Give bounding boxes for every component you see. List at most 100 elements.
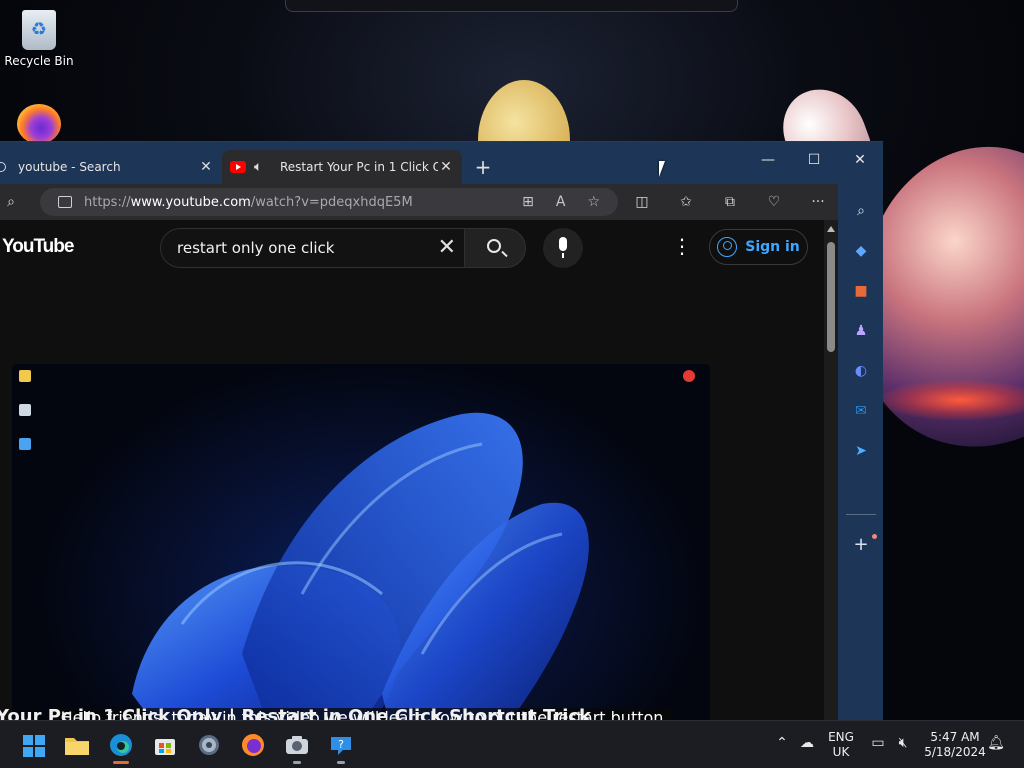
browser-window: youtube - Search ✕ 🔈︎ Restart Your Pc in… bbox=[0, 141, 883, 720]
page-scrollbar[interactable] bbox=[824, 220, 838, 720]
youtube-logo[interactable]: YouTube bbox=[2, 236, 74, 258]
windows-logo-icon bbox=[23, 735, 45, 757]
youtube-search-input[interactable] bbox=[177, 239, 427, 257]
microsoft-365-icon[interactable]: ◐ bbox=[850, 360, 872, 382]
sidebar-divider bbox=[846, 514, 876, 515]
taskbar-store[interactable] bbox=[149, 729, 181, 761]
desktop-top-bar bbox=[285, 0, 738, 12]
edge-icon bbox=[110, 734, 132, 756]
close-window-button[interactable]: ✕ bbox=[837, 146, 883, 174]
mouse-cursor-icon bbox=[659, 161, 671, 177]
recycle-bin-icon bbox=[22, 10, 56, 50]
firefox-icon bbox=[17, 104, 61, 144]
active-app-indicator bbox=[113, 761, 129, 764]
input-language[interactable]: ENG UK bbox=[824, 730, 858, 760]
region-code: UK bbox=[832, 745, 850, 759]
network-disconnected-icon[interactable]: ☁ bbox=[797, 735, 817, 751]
url-host: www.youtube.com bbox=[130, 194, 251, 210]
clear-search-icon[interactable]: ✕ bbox=[438, 237, 456, 259]
desktop-icon-recycle-bin[interactable]: Recycle Bin bbox=[1, 10, 77, 68]
taskbar: ? ⌃ ☁ ENG UK ▭ 🔇︎ 5:47 AM 5/18/2024 🔔︎ bbox=[0, 720, 1024, 768]
running-app-indicator bbox=[337, 761, 345, 764]
video-player[interactable]: Hello friends, today in this video we wi… bbox=[12, 364, 710, 720]
settings-gear-icon bbox=[199, 735, 219, 755]
favorites-icon[interactable]: ✩ bbox=[676, 192, 696, 212]
search-icon[interactable]: ⌕ bbox=[1, 192, 21, 212]
tab-label: Restart Your Pc in 1 Click Or bbox=[280, 160, 438, 174]
search-icon bbox=[0, 162, 6, 172]
scroll-thumb[interactable] bbox=[827, 242, 835, 352]
tab-close-icon[interactable]: ✕ bbox=[198, 159, 214, 175]
folder-icon bbox=[65, 738, 89, 755]
lock-icon bbox=[58, 196, 72, 208]
tab-label: youtube - Search bbox=[18, 160, 121, 174]
camera-icon bbox=[286, 736, 308, 754]
desktop-icon-firefox[interactable] bbox=[1, 104, 77, 144]
settings-more-icon[interactable]: ⋮ bbox=[672, 236, 692, 256]
search-icon bbox=[487, 239, 501, 253]
browser-titlebar: youtube - Search ✕ 🔈︎ Restart Your Pc in… bbox=[0, 142, 883, 184]
games-icon[interactable]: ♟ bbox=[850, 320, 872, 342]
user-icon bbox=[717, 237, 738, 257]
video-desktop-recycle-icon bbox=[12, 404, 38, 418]
address-bar[interactable]: https:// www.youtube.com /watch?v=pdeqxh… bbox=[40, 188, 618, 216]
url-path: /watch?v=pdeqxhdqE5M bbox=[250, 194, 413, 210]
add-sidebar-app-icon[interactable]: + bbox=[850, 534, 872, 556]
display-icon[interactable]: ▭ bbox=[868, 735, 888, 751]
taskbar-camera[interactable] bbox=[281, 729, 313, 764]
notifications-icon[interactable]: 🔔︎ bbox=[986, 735, 1006, 751]
clock-time: 5:47 AM bbox=[930, 730, 980, 744]
more-menu-icon[interactable]: ··· bbox=[808, 192, 828, 212]
help-icon: ? bbox=[331, 737, 351, 755]
show-hidden-icons-chevron-icon[interactable]: ⌃ bbox=[772, 735, 792, 751]
tab-restart-video[interactable]: 🔈︎ Restart Your Pc in 1 Click Or ✕ bbox=[222, 150, 462, 184]
running-app-indicator bbox=[293, 761, 301, 764]
volume-muted-icon[interactable]: 🔇︎ bbox=[893, 735, 913, 751]
collections-icon[interactable]: ⧉ bbox=[720, 192, 740, 212]
video-desktop-restart-icon bbox=[676, 370, 702, 384]
taskbar-settings[interactable] bbox=[193, 729, 225, 761]
speaker-icon[interactable]: 🔈︎ bbox=[254, 159, 272, 175]
tools-briefcase-icon[interactable]: ■ bbox=[850, 280, 872, 302]
split-screen-icon[interactable]: ◫ bbox=[632, 192, 652, 212]
start-button[interactable] bbox=[17, 729, 49, 761]
browser-essentials-icon[interactable]: ♡ bbox=[764, 192, 784, 212]
search-icon[interactable]: ⌕ bbox=[850, 200, 872, 222]
voice-search-button[interactable] bbox=[543, 228, 583, 268]
drop-send-icon[interactable]: ➤ bbox=[850, 440, 872, 462]
video-title: Your Pc in 1 Click Only | Restart in One… bbox=[0, 706, 592, 720]
youtube-search-box[interactable]: ✕ bbox=[160, 228, 464, 268]
sign-in-label: Sign in bbox=[745, 239, 800, 255]
tab-youtube-search[interactable]: youtube - Search ✕ bbox=[0, 150, 222, 184]
taskbar-firefox[interactable] bbox=[237, 729, 269, 761]
scroll-up-icon[interactable] bbox=[827, 226, 835, 232]
read-aloud-icon[interactable]: A bbox=[556, 194, 566, 210]
video-desktop-folder-icon bbox=[12, 370, 38, 384]
maximize-button[interactable]: ☐ bbox=[791, 146, 837, 174]
notification-dot bbox=[872, 534, 877, 539]
shopping-tag-icon[interactable]: ◆ bbox=[850, 240, 872, 262]
taskbar-get-help[interactable]: ? bbox=[325, 729, 357, 764]
youtube-icon bbox=[230, 161, 246, 173]
tab-close-icon[interactable]: ✕ bbox=[438, 159, 454, 175]
minimize-button[interactable]: — bbox=[745, 146, 791, 174]
edge-sidebar: ⌕ ◆ ■ ♟ ◐ ✉ ➤ + bbox=[838, 184, 883, 720]
youtube-search-button[interactable] bbox=[464, 228, 526, 268]
clock[interactable]: 5:47 AM 5/18/2024 bbox=[922, 730, 988, 760]
youtube-page: YouTube ✕ ⋮ Sign in bbox=[0, 220, 838, 720]
store-icon bbox=[155, 739, 175, 755]
favorite-star-icon[interactable]: ☆ bbox=[587, 194, 600, 210]
clock-date: 5/18/2024 bbox=[924, 745, 986, 759]
sign-in-button[interactable]: Sign in bbox=[709, 229, 808, 265]
desktop-icon-label: Recycle Bin bbox=[4, 54, 74, 68]
taskbar-edge[interactable] bbox=[105, 729, 137, 764]
browser-toolbar: ⌕ https:// www.youtube.com /watch?v=pdeq… bbox=[0, 184, 883, 220]
video-desktop-pc-icon bbox=[12, 438, 38, 452]
windows-bloom-image bbox=[132, 412, 589, 720]
new-tab-icon[interactable]: + bbox=[470, 154, 496, 180]
firefox-icon bbox=[242, 734, 264, 756]
url-prefix: https:// bbox=[84, 194, 131, 210]
app-available-icon[interactable]: ⊞ bbox=[522, 194, 534, 210]
outlook-icon[interactable]: ✉ bbox=[850, 400, 872, 422]
taskbar-file-explorer[interactable] bbox=[61, 729, 93, 761]
